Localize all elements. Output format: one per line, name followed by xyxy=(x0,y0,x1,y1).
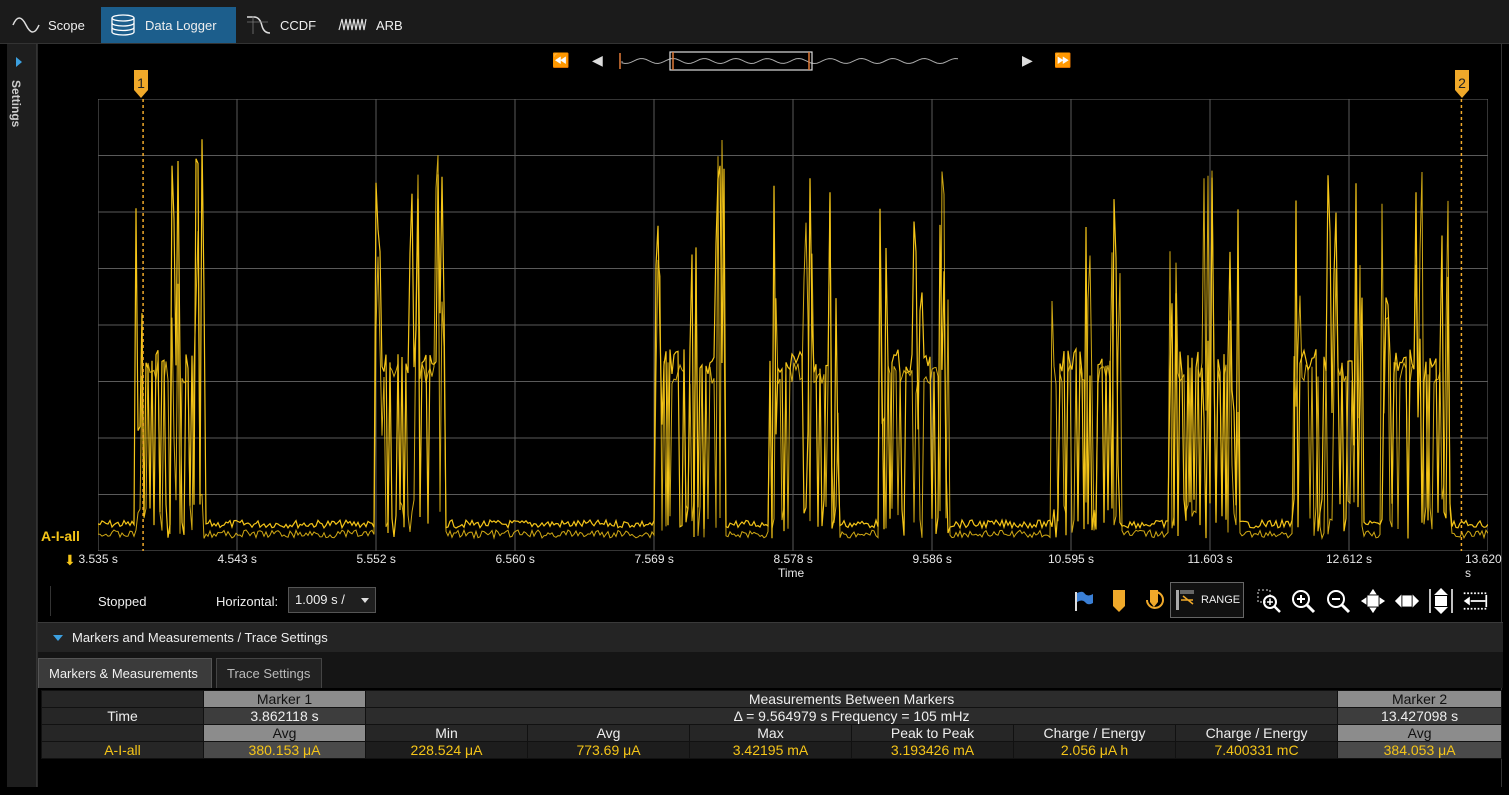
database-icon xyxy=(111,14,135,36)
data-logger-view: ⏪ ◀ ▶ ⏩ 1 2 A-I-all ⬇ Time Stopped Horiz… xyxy=(37,44,1503,787)
horizontal-scale-icon[interactable] xyxy=(1462,588,1488,614)
tab-label: Scope xyxy=(48,17,85,33)
marker-1-header: Marker 1 xyxy=(203,690,366,708)
x-tick-label: 3.535 s xyxy=(78,552,118,566)
time-row-label: Time xyxy=(41,707,204,725)
svg-text:2: 2 xyxy=(1458,75,1466,91)
between-min: 228.524 μA xyxy=(365,741,528,759)
range-button[interactable]: RANGE xyxy=(1170,582,1244,618)
x-tick-label: 8.578 s xyxy=(773,552,813,566)
range-icon xyxy=(1176,590,1194,610)
tab-data-logger[interactable]: Data Logger xyxy=(101,7,236,43)
arb-waveform-icon xyxy=(338,18,367,31)
x-axis-label: Time xyxy=(778,566,805,580)
x-tick-label: 5.552 s xyxy=(356,552,396,566)
trace-name-label[interactable]: A-I-all xyxy=(41,528,80,544)
between-peak-to-peak: 3.193426 mA xyxy=(851,741,1014,759)
measurement-tabs: Markers & Measurements Trace Settings xyxy=(38,652,1503,688)
marker-1-avg: 380.153 μA xyxy=(203,741,366,759)
between-markers-header: Measurements Between Markers xyxy=(364,690,1339,708)
table-row-column-headers: Avg Min Avg Max Peak to Peak Charge / En… xyxy=(41,724,1503,742)
table-row-trace[interactable]: A-I-all 380.153 μA 228.524 μA 773.69 μA … xyxy=(41,741,1503,759)
marker-reset-icon[interactable] xyxy=(1141,588,1167,614)
tab-markers-measurements[interactable]: Markers & Measurements xyxy=(38,658,212,688)
x-tick-label: 11.603 s xyxy=(1187,552,1233,566)
marker-2-avg: 384.053 μA xyxy=(1337,741,1503,759)
tab-label: Markers & Measurements xyxy=(49,666,198,681)
x-tick-label: 10.595 s xyxy=(1048,552,1095,566)
x-tick-label: 7.569 s xyxy=(634,552,674,566)
svg-text:1: 1 xyxy=(137,75,145,91)
table-header-row: Marker 1 Measurements Between Markers Ma… xyxy=(41,690,1503,708)
settings-sidebar[interactable]: Settings xyxy=(7,44,37,787)
marker-2-time: 13.427098 s xyxy=(1337,707,1503,725)
column-header: Avg xyxy=(203,724,366,742)
tab-scope[interactable]: Scope xyxy=(4,7,96,43)
column-header: Charge / Energy xyxy=(1013,724,1176,742)
marker-2-flag[interactable]: 2 xyxy=(1455,70,1469,98)
trace-row-label: A-I-all xyxy=(41,741,204,759)
measurements-table: Marker 1 Measurements Between Markers Ma… xyxy=(41,690,1503,759)
column-header: Avg xyxy=(1337,724,1503,742)
markers-section-header[interactable]: Markers and Measurements / Trace Setting… xyxy=(38,622,1503,652)
range-label: RANGE xyxy=(1201,594,1241,606)
flag-icon[interactable] xyxy=(1070,588,1096,614)
mode-tab-bar: Scope Data Logger CCDF ARB xyxy=(0,0,1509,44)
zoom-out-icon[interactable] xyxy=(1325,588,1351,614)
status-toolbar: Stopped Horizontal: 1.009 s / RANGE xyxy=(50,582,1503,620)
x-tick-label: 12.612 s xyxy=(1326,552,1373,566)
fit-vertical-icon[interactable] xyxy=(1428,588,1454,614)
tab-label: CCDF xyxy=(280,17,317,33)
current-trace-plot[interactable] xyxy=(98,99,1488,551)
x-tick-label: 9.586 s xyxy=(912,552,952,566)
marker-1-time: 3.862118 s xyxy=(203,707,366,725)
between-charge-ah: 2.056 μA h xyxy=(1013,741,1176,759)
table-row-time: Time 3.862118 s Δ = 9.564979 s Frequency… xyxy=(41,707,1503,725)
between-avg: 773.69 μA xyxy=(527,741,690,759)
horizontal-scale-dropdown[interactable]: 1.009 s / xyxy=(288,587,376,613)
tab-label: ARB xyxy=(376,17,403,33)
horizontal-scale-label: Horizontal: xyxy=(216,594,279,609)
column-header: Peak to Peak xyxy=(851,724,1014,742)
x-tick-label: 6.560 s xyxy=(495,552,535,566)
acquisition-status: Stopped xyxy=(98,594,147,609)
zoom-box-icon[interactable] xyxy=(1256,588,1282,614)
x-tick-label: 13.620 s xyxy=(1465,552,1502,580)
chevron-down-icon xyxy=(361,598,369,603)
between-max: 3.42195 mA xyxy=(689,741,852,759)
zoom-in-icon[interactable] xyxy=(1290,588,1316,614)
delta-time: Δ = 9.564979 s Frequency = 105 mHz xyxy=(364,707,1339,725)
sidebar-label: Settings xyxy=(9,80,23,128)
marker-icon[interactable] xyxy=(1106,588,1132,614)
marker-2-header: Marker 2 xyxy=(1337,690,1503,708)
tab-label: Trace Settings xyxy=(227,666,311,681)
horizontal-scale-value: 1.009 s / xyxy=(295,592,345,607)
between-charge-c: 7.400331 mC xyxy=(1174,741,1339,759)
tab-arb[interactable]: ARB xyxy=(330,7,410,43)
collapse-arrow-icon[interactable] xyxy=(53,635,63,641)
ccdf-curve-icon xyxy=(247,16,271,34)
tab-trace-settings[interactable]: Trace Settings xyxy=(216,658,322,688)
column-header: Min xyxy=(365,724,528,742)
fit-all-icon[interactable] xyxy=(1360,588,1386,614)
tab-ccdf[interactable]: CCDF xyxy=(236,7,328,43)
column-header: Max xyxy=(689,724,852,742)
marker-1-flag[interactable]: 1 xyxy=(134,70,148,98)
empty-cell xyxy=(41,690,204,708)
column-header: Avg xyxy=(527,724,690,742)
x-tick-label: 4.543 s xyxy=(217,552,257,566)
fit-horizontal-icon[interactable] xyxy=(1394,588,1420,614)
sine-wave-icon xyxy=(12,17,40,33)
reference-down-arrow-icon[interactable]: ⬇ xyxy=(64,552,76,569)
empty-cell xyxy=(41,724,204,742)
tab-label: Data Logger xyxy=(145,17,217,33)
section-title: Markers and Measurements / Trace Setting… xyxy=(72,630,328,645)
expand-arrow-icon[interactable] xyxy=(16,57,22,67)
separator xyxy=(50,586,51,616)
column-header: Charge / Energy xyxy=(1174,724,1339,742)
